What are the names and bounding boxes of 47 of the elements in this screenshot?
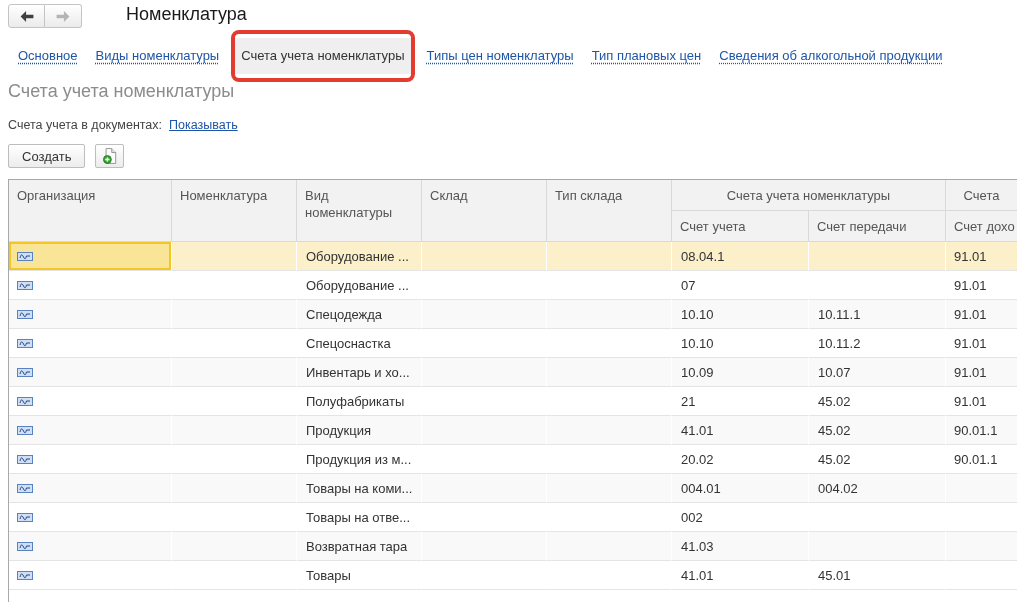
arrow-right-icon: [56, 10, 70, 22]
tab[interactable]: Тип плановых цен: [588, 38, 705, 74]
arrow-left-icon: [19, 10, 34, 22]
table-row[interactable]: Спецодежда 10.10 10.11.1 91.01: [9, 300, 1017, 329]
section-heading: Счета учета номенклатуры: [7, 80, 235, 103]
squiggle-icon: [17, 309, 33, 319]
show-link[interactable]: Показывать: [169, 117, 238, 133]
squiggle-icon: [17, 367, 33, 377]
create-button[interactable]: Создать: [8, 144, 86, 168]
squiggle-icon: [17, 338, 33, 348]
tab[interactable]: Типы цен номенклатуры: [423, 38, 577, 74]
document-plus-icon: [102, 148, 117, 164]
table-cell: Товары: [297, 561, 422, 590]
column-header[interactable]: Номенклатура: [172, 180, 297, 242]
column-header[interactable]: Счет передачи: [809, 211, 946, 242]
column-group-header: Счета учета номенклатуры: [672, 180, 946, 211]
table-cell: 41.01: [672, 561, 809, 590]
table-row[interactable]: Товары на коми... 004.01 004.02: [9, 474, 1017, 503]
table-row[interactable]: Оборудование ... 08.04.1 91.01: [9, 242, 1017, 271]
tab[interactable]: Счета учета номенклатуры: [234, 38, 412, 74]
column-header[interactable]: Счет учета: [672, 211, 809, 242]
squiggle-icon: [17, 541, 33, 551]
tab[interactable]: Виды номенклатуры: [92, 38, 223, 74]
squiggle-icon: [17, 512, 33, 522]
column-header[interactable]: Вид номенклатуры: [297, 180, 422, 242]
column-header[interactable]: Организация: [9, 180, 172, 242]
window-title: Номенклатура: [126, 3, 247, 26]
squiggle-icon: [17, 396, 33, 406]
squiggle-icon: [17, 570, 33, 580]
squiggle-icon: [17, 425, 33, 435]
field-label: Счета учета в документах:: [8, 117, 163, 133]
column-header[interactable]: Тип склада: [547, 180, 672, 242]
table-cell: 45.01: [809, 561, 946, 590]
table-row[interactable]: Возвратная тара 41.03: [9, 532, 1017, 561]
column-header[interactable]: Склад: [422, 180, 547, 242]
add-document-button[interactable]: [95, 144, 125, 168]
squiggle-icon: [17, 483, 33, 493]
tab[interactable]: Основное: [15, 38, 81, 74]
tab[interactable]: Сведения об алкогольной продукции: [716, 38, 946, 74]
column-header[interactable]: Счет дохо: [946, 211, 1017, 242]
squiggle-icon: [17, 280, 33, 290]
table-row[interactable]: Продукция 41.01 45.02 90.01.1: [9, 416, 1017, 445]
column-group-header: Счета: [946, 180, 1017, 211]
back-button[interactable]: [8, 4, 45, 28]
squiggle-icon: [17, 251, 33, 261]
table-row[interactable]: Инвентарь и хо... 10.09 10.07 91.01: [9, 358, 1017, 387]
squiggle-icon: [17, 454, 33, 464]
